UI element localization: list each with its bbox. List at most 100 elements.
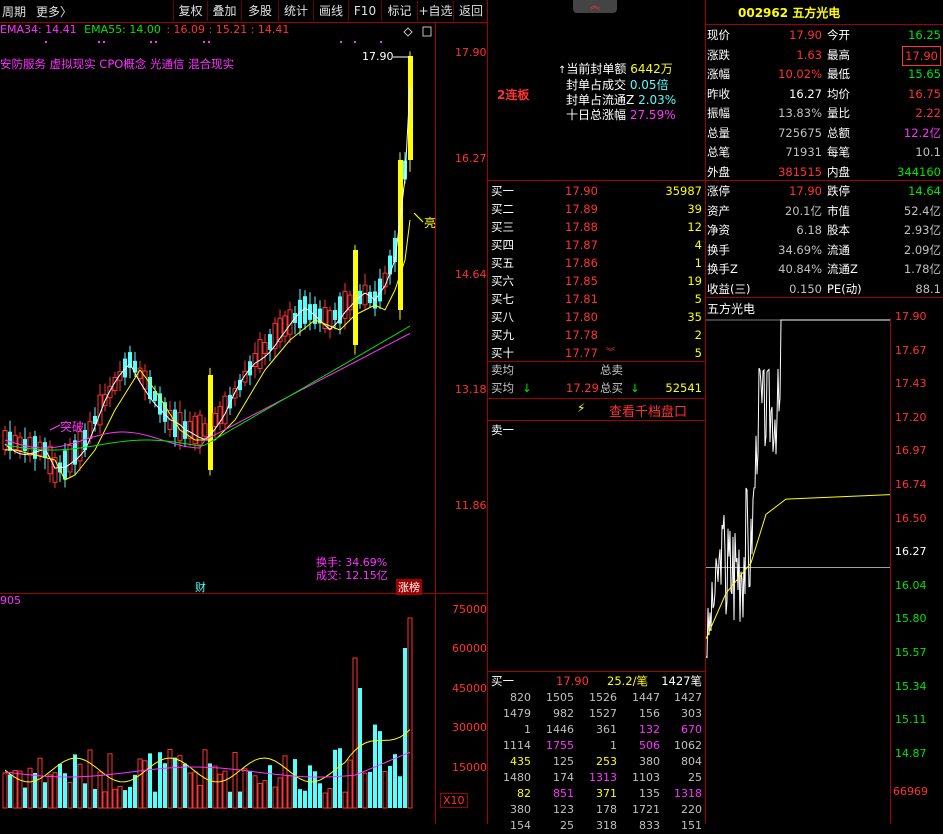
- volume-bar: [43, 782, 47, 808]
- bid-level-price: 17.89: [565, 202, 598, 216]
- volume-indicator-label: 905: [0, 594, 21, 607]
- candle: [52, 457, 58, 483]
- queue-cell: 380: [510, 803, 531, 816]
- quote-value: 71931: [785, 145, 822, 159]
- queue-cell: 253: [596, 755, 617, 768]
- queue-cell: 151: [681, 819, 702, 832]
- total-sell-label: 总卖: [600, 363, 623, 377]
- bid-level-price: 17.90: [565, 184, 598, 198]
- volume-bar: [407, 617, 413, 809]
- quote-label: 涨跌: [707, 47, 730, 62]
- quote-label: 每笔: [827, 145, 850, 159]
- volume-bar: [232, 751, 238, 809]
- bid-level-volume: 19: [687, 274, 702, 288]
- sell-one-label: 卖一: [491, 423, 514, 437]
- volume-bar: [52, 772, 58, 809]
- bid-level-price: 17.80: [565, 310, 598, 324]
- volume-bar: [388, 765, 392, 808]
- queue-cell: 1318: [674, 787, 702, 800]
- candle: [63, 450, 67, 480]
- volume-bar: [117, 785, 123, 809]
- quote-label: 涨幅: [707, 67, 730, 81]
- queue-cell: 1313: [589, 771, 617, 784]
- volume-bar: [173, 757, 177, 808]
- candle: [208, 375, 213, 470]
- volume-bar: [142, 760, 148, 809]
- volume-bar: [27, 767, 33, 809]
- volume-bar: [133, 774, 137, 808]
- queue-cell: 851: [553, 787, 574, 800]
- quote-label: 换手: [707, 242, 730, 257]
- quote-label: 内盘: [827, 164, 850, 179]
- volume-bar: [37, 757, 43, 809]
- volume-bar: [403, 648, 407, 808]
- volume-bar: [137, 758, 143, 809]
- thousand-levels-button[interactable]: ⚡ 查看千档盘口: [488, 399, 705, 420]
- quote-value: 344160: [897, 164, 941, 179]
- seal-stats: ↑当前封单额 6442万 封单占成交 0.05倍 封单占流通Z 2.03% 十日…: [558, 62, 677, 122]
- annotation-liang: 亮: [424, 216, 437, 230]
- volume-bar: [217, 773, 223, 809]
- zoom-x10-button[interactable]: X10: [440, 793, 468, 808]
- volume-bar: [303, 790, 307, 808]
- volume-tick: 30000: [452, 721, 487, 734]
- queue-cell: 380: [639, 755, 660, 768]
- limit-list-tag[interactable]: 涨榜: [396, 579, 422, 595]
- ema-line-yellow: [5, 219, 411, 481]
- diamond-icon: [403, 27, 413, 37]
- queue-cell: 1479: [503, 707, 531, 720]
- intraday-price-tick: 16.27: [895, 545, 927, 559]
- bid-level-label: 买五: [491, 256, 514, 270]
- volume-bar: [393, 754, 397, 808]
- queue-cell: 1447: [632, 691, 660, 704]
- bid-level-price: 17.86: [565, 256, 598, 270]
- bid-level-label: 买三: [491, 220, 514, 234]
- kline-chart: [2, 26, 432, 809]
- quote-label: 量比: [827, 106, 850, 120]
- volume-bar: [73, 754, 77, 808]
- candle: [37, 441, 43, 456]
- candle: [257, 339, 263, 369]
- quote-header: 002962 五方光电: [706, 0, 943, 22]
- volume-tick: 15000: [452, 761, 487, 774]
- lightning-icon: ⚡: [577, 401, 586, 415]
- volume-amount-label: 成交: 12.15亿: [316, 569, 388, 582]
- volume-bar: [257, 783, 263, 809]
- queue-cell: 1526: [589, 691, 617, 704]
- intraday-price-tick: 15.57: [895, 646, 927, 659]
- volume-bar: [272, 786, 278, 809]
- quote-value: 12.2亿: [903, 125, 941, 140]
- volume-bar: [47, 774, 53, 809]
- volume-bar: [102, 791, 108, 809]
- total-buy-value: 52541: [665, 381, 702, 395]
- quote-label: PE(动): [827, 281, 862, 296]
- queue-cell: 25: [688, 771, 702, 784]
- buy-avg-value: 17.29: [566, 381, 599, 395]
- quote-label: 市值: [827, 203, 850, 218]
- divider: [488, 420, 705, 421]
- volume-bar: [327, 788, 333, 809]
- marker-dots: [45, 41, 382, 43]
- bid-levels: 买一 17.90 35987 买二 17.89 39 买三 17.88 12 买四 1…: [488, 180, 705, 360]
- volume-bar: [83, 783, 87, 808]
- quote-value: 725675: [778, 125, 822, 140]
- quote-label: 流通: [827, 242, 850, 257]
- bid-level-volume: 2: [694, 328, 702, 342]
- volume-bar: [293, 759, 297, 808]
- volume-bar: [238, 791, 242, 808]
- volume-bar: [322, 792, 328, 809]
- volume-bar: [23, 787, 27, 808]
- volume-bar: [63, 773, 67, 808]
- quote-label: 外盘: [707, 164, 730, 179]
- bid-level-volume: 5: [694, 346, 702, 360]
- volume-bar: [282, 755, 288, 809]
- bid-level-label: 买六: [491, 274, 514, 288]
- volume-bar: [333, 749, 337, 808]
- candle: [303, 296, 307, 324]
- quote-value: 88.1: [915, 281, 941, 296]
- quote-label: 流通Z: [827, 262, 858, 276]
- quote-value: 16.27: [789, 86, 822, 101]
- collapse-handle[interactable]: ︽: [573, 0, 617, 13]
- volume-bar: [77, 763, 83, 809]
- finance-tag[interactable]: 财: [195, 579, 206, 595]
